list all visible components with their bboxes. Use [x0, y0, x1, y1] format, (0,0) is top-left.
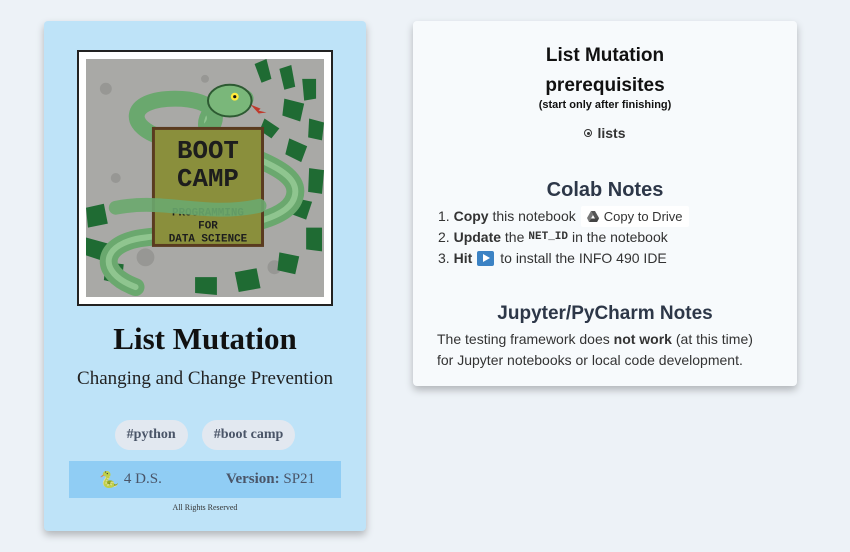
svg-text:DATA SCIENCE: DATA SCIENCE: [169, 233, 248, 245]
radio-bullet-icon: [584, 129, 593, 137]
book-meta-bar: 🐍 4 D.S. Version: SP21: [69, 461, 341, 498]
author-label: 4 D.S.: [123, 471, 162, 487]
book-title: List Mutation: [113, 321, 297, 356]
rights-notice: All Rights Reserved: [172, 503, 238, 512]
tag-python[interactable]: #python: [114, 420, 188, 450]
version-value: SP21: [283, 471, 316, 487]
book-subtitle: Changing and Change Prevention: [77, 368, 333, 389]
colab-steps: 1. Copy this notebook Copy to Drive 2. U…: [438, 206, 689, 269]
prerequisites-title: List Mutation prerequisites: [545, 45, 665, 96]
jupyter-notes-title: Jupyter/PyCharm Notes: [497, 303, 713, 324]
version-label: Version:: [226, 471, 280, 487]
book-card: BOOT CAMP PROGRAMMING FOR DATA SCIENCE L…: [44, 21, 366, 531]
prerequisite-item[interactable]: lists: [413, 125, 797, 141]
snake-icon: 🐍: [99, 471, 119, 489]
colab-step-1: 1. Copy this notebook Copy to Drive: [438, 206, 689, 227]
google-drive-icon: [586, 211, 599, 222]
play-button-icon[interactable]: [477, 251, 495, 266]
svg-text:CAMP: CAMP: [177, 165, 239, 194]
jupyter-notes-text: The testing framework does not work (at …: [437, 331, 753, 368]
svg-text:BOOT: BOOT: [177, 137, 239, 166]
tag-list: #python #boot camp: [44, 420, 366, 450]
colab-notes-title: Colab Notes: [546, 179, 664, 201]
colab-step-2: 2. Update the NET_ID in the notebook: [438, 227, 689, 248]
copy-to-drive-button[interactable]: Copy to Drive: [580, 206, 689, 227]
svg-text:FOR: FOR: [198, 221, 218, 233]
cover-image-frame: BOOT CAMP PROGRAMMING FOR DATA SCIENCE: [77, 50, 333, 306]
net-id-code: NET_ID: [528, 231, 568, 243]
colab-step-3: 3. Hit to install the INFO 490 IDE: [438, 250, 667, 266]
version: Version: SP21: [226, 471, 315, 488]
tag-boot-camp[interactable]: #boot camp: [201, 420, 296, 450]
author: 🐍 4 D.S.: [99, 470, 162, 490]
prerequisites-note: (start only after finishing): [538, 99, 672, 111]
prerequisite-label[interactable]: lists: [597, 125, 625, 141]
boot-camp-cover-image: BOOT CAMP PROGRAMMING FOR DATA SCIENCE: [86, 59, 324, 297]
notes-card: List Mutation prerequisites (start only …: [413, 21, 797, 386]
